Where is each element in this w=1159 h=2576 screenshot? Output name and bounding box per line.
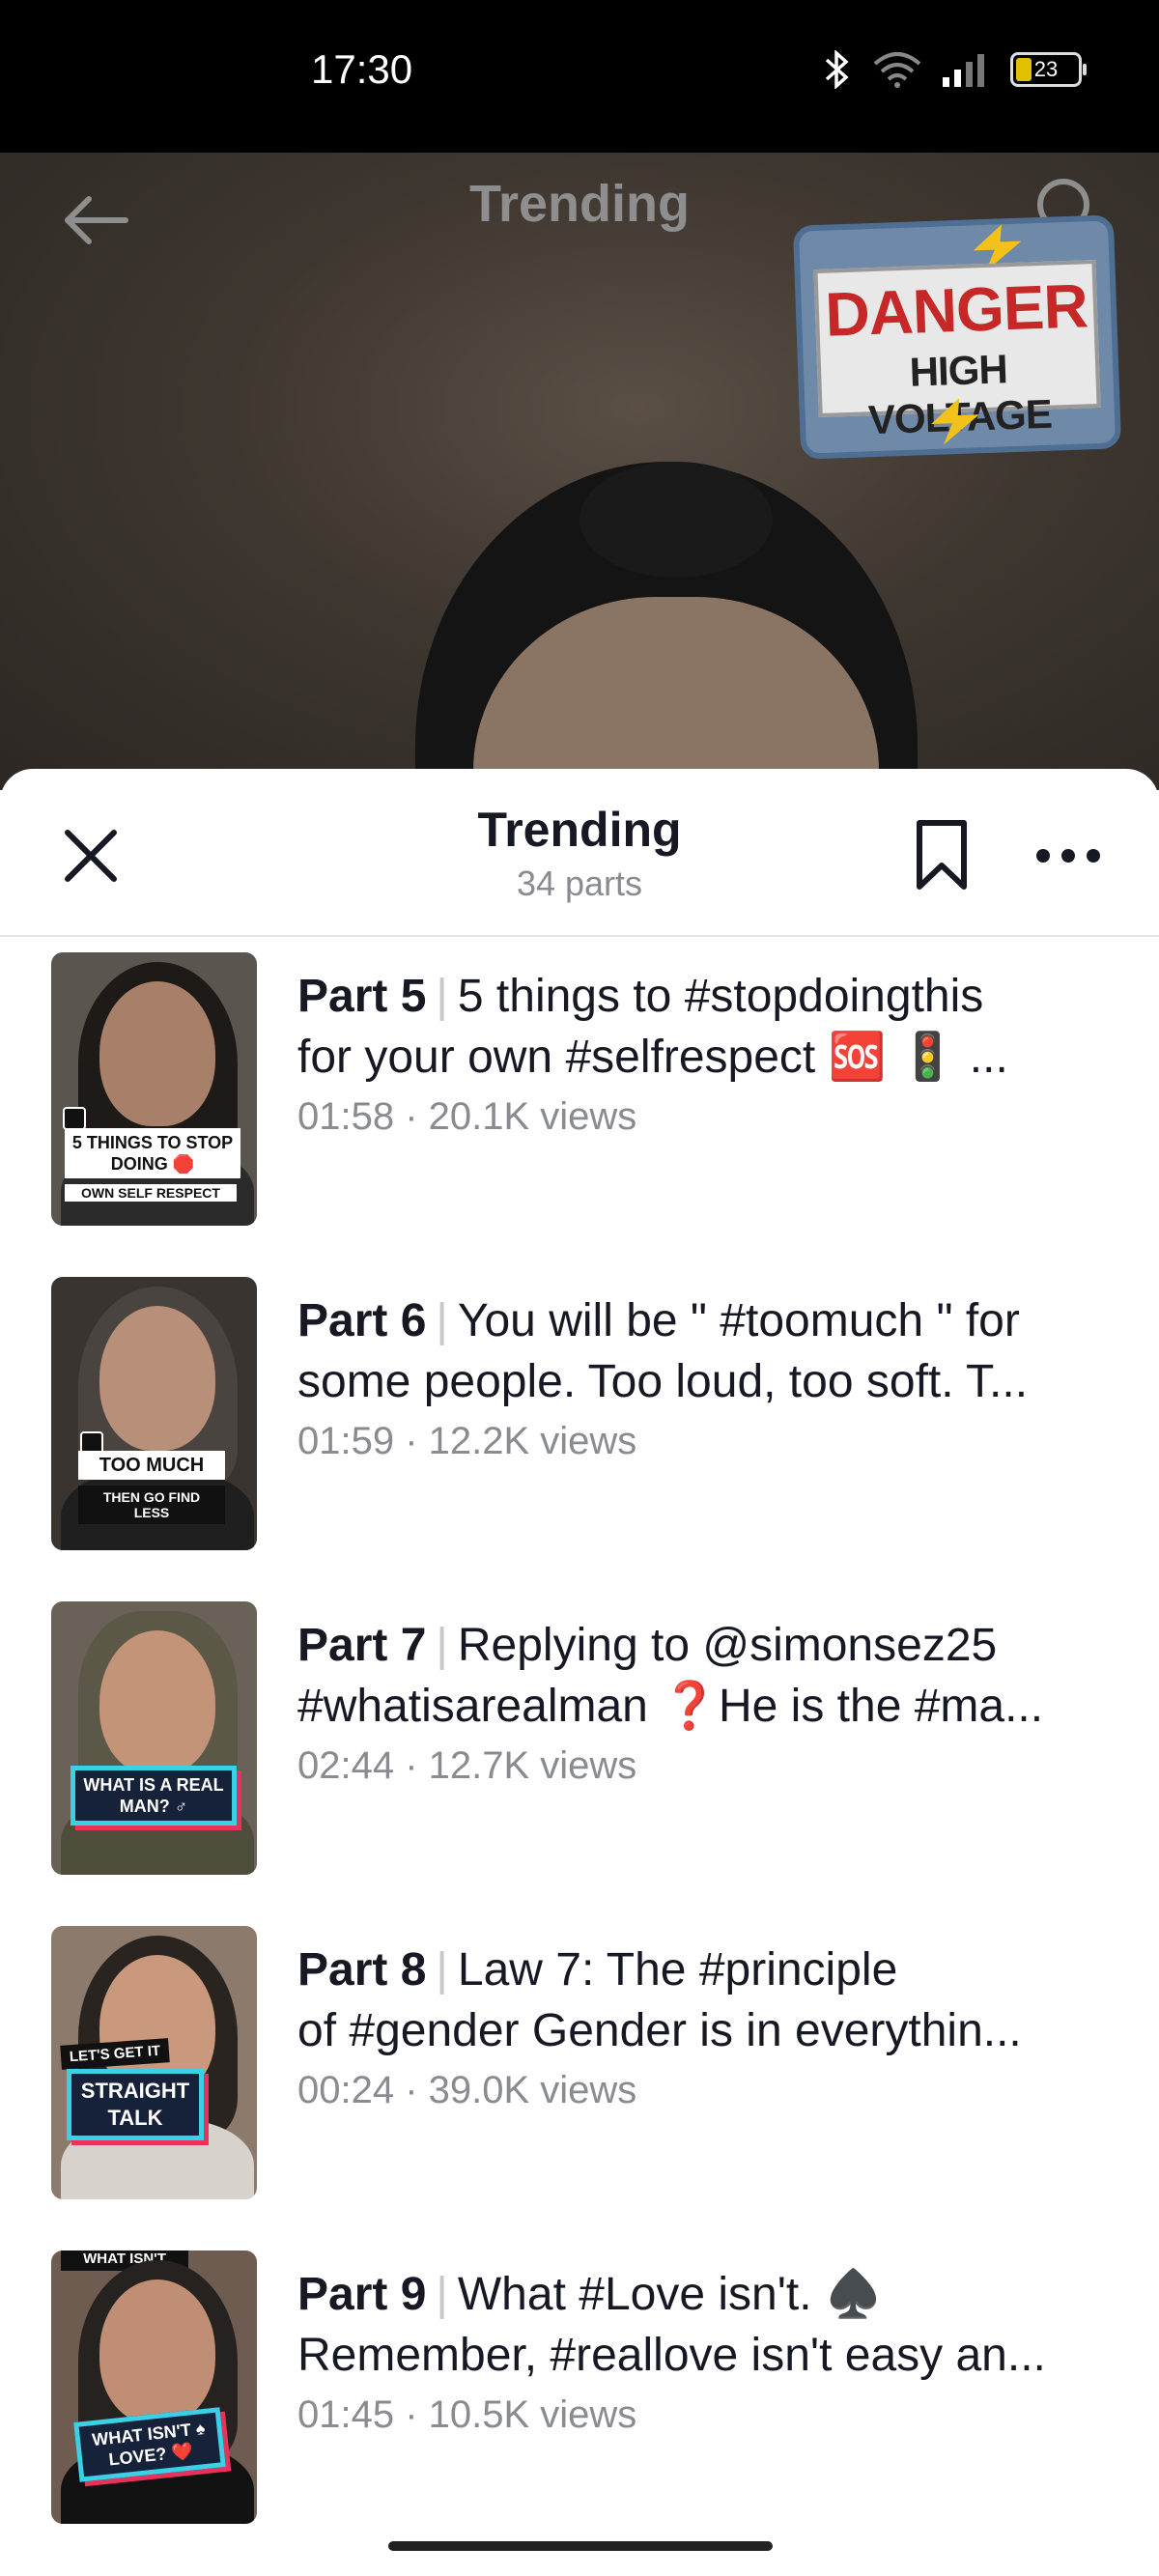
item-title: Replying to @simonsez25 — [457, 1620, 998, 1671]
sheet-subtitle: 34 parts — [516, 863, 643, 903]
thumb-face — [99, 2279, 215, 2424]
tiktok-icon — [63, 1107, 86, 1130]
part-number: Part 7 — [297, 1620, 427, 1671]
separator: | — [436, 1944, 448, 1996]
sheet-header: Trending 34 parts — [0, 769, 1159, 937]
thumb-label: TOO MUCH — [78, 1451, 225, 1480]
item-title-line: Part 8 | Law 7: The #principle — [297, 1939, 1128, 2000]
playlist-sheet: Trending 34 parts 5 THINGS TO STOP DOING… — [0, 769, 1159, 2576]
item-description: Remember, #reallove isn't easy an... — [297, 2330, 1046, 2381]
item-text: Part 8 | Law 7: The #principle of #gender … — [297, 1939, 1128, 2112]
item-title: You will be " #toomuch " for — [457, 1295, 1020, 1346]
bluetooth-icon — [825, 50, 849, 89]
signal-icon — [943, 54, 984, 87]
status-icons: 23 — [821, 50, 1087, 89]
thumb-caption: OWN SELF RESPECT — [65, 1184, 237, 1202]
thumb-caption: THEN GO FIND LESS — [78, 1486, 225, 1524]
thumb-face — [99, 981, 215, 1126]
item-description: some people. Too loud, too soft. T... — [297, 1356, 1029, 1407]
thumb-face — [99, 1306, 215, 1451]
part-number: Part 9 — [297, 2269, 427, 2320]
item-text: Part 9 | What #Love isn't. ♠️ Remember, #r… — [297, 2264, 1128, 2437]
item-text: Part 7 | Replying to @simonsez25 #whatisar… — [297, 1615, 1128, 1788]
battery-level: 23 — [1033, 57, 1059, 81]
video-thumbnail[interactable]: LET'S GET IT STRAIGHT TALK — [51, 1926, 257, 2199]
video-thumbnail[interactable]: 5 THINGS TO STOP DOING 🛑 OWN SELF RESPEC… — [51, 952, 257, 1226]
video-thumbnail[interactable]: TOO MUCH THEN GO FIND LESS — [51, 1277, 257, 1550]
separator: | — [436, 1295, 448, 1346]
item-title-line: Part 9 | What #Love isn't. ♠️ — [297, 2264, 1128, 2325]
item-title: What #Love isn't. ♠️ — [457, 2269, 883, 2320]
parts-list: 5 THINGS TO STOP DOING 🛑 OWN SELF RESPEC… — [0, 952, 1159, 2575]
item-title: Law 7: The #principle — [457, 1944, 898, 1996]
video-thumbnail[interactable]: WHAT IS A REAL MAN? ♂ — [51, 1601, 257, 1875]
list-item[interactable]: WHAT IS A REAL MAN? ♂ Part 7 | Replying to… — [0, 1601, 1159, 1926]
status-time: 17:30 — [311, 46, 413, 92]
item-meta: 01:58 · 20.1K views — [297, 1095, 637, 1138]
sticker-plate: DANGER HIGH VOLTAGE — [813, 259, 1101, 442]
item-text: Part 5 | 5 things to #stopdoingthis for yo… — [297, 966, 1128, 1139]
battery-icon: 23 — [1010, 52, 1087, 87]
home-indicator[interactable] — [388, 2541, 773, 2551]
video-background[interactable]: Trending DANGER HIGH VOLTAGE — [0, 153, 1159, 790]
part-number: Part 5 — [297, 971, 427, 1022]
thumb-label: 5 THINGS TO STOP DOING 🛑 — [65, 1128, 240, 1178]
status-bar: 17:30 23 — [0, 0, 1159, 153]
thumb-face — [99, 1630, 215, 1775]
item-meta: 01:45 · 10.5K views — [297, 2393, 637, 2436]
lightning-bolt-icon — [931, 397, 979, 445]
separator: | — [436, 1620, 448, 1671]
item-title-line: Part 7 | Replying to @simonsez25 — [297, 1615, 1128, 1676]
item-meta: 01:59 · 12.2K views — [297, 1420, 637, 1462]
list-item[interactable]: LET'S GET IT STRAIGHT TALK Part 8 | Law 7:… — [0, 1926, 1159, 2250]
separator: | — [436, 2269, 448, 2320]
item-title-line: Part 5 | 5 things to #stopdoingthis — [297, 966, 1128, 1027]
video-thumbnail[interactable]: WHAT ISN'T WHAT ISN'T ♠ LOVE? ❤️ — [51, 2250, 257, 2524]
part-number: Part 6 — [297, 1295, 427, 1346]
list-item[interactable]: TOO MUCH THEN GO FIND LESS Part 6 | You wi… — [0, 1277, 1159, 1601]
separator: | — [436, 971, 448, 1022]
item-meta: 00:24 · 39.0K views — [297, 2069, 637, 2111]
list-item[interactable]: 5 THINGS TO STOP DOING 🛑 OWN SELF RESPEC… — [0, 952, 1159, 1277]
thumb-label: STRAIGHT TALK — [67, 2069, 204, 2140]
item-description: #whatisarealman ❓He is the #ma... — [297, 1681, 1044, 1732]
bookmark-icon[interactable] — [914, 817, 970, 892]
item-title: 5 things to #stopdoingthis — [457, 971, 984, 1022]
wifi-icon — [873, 52, 921, 88]
danger-sticker: DANGER HIGH VOLTAGE — [792, 214, 1122, 460]
part-number: Part 8 — [297, 1944, 427, 1996]
item-title-line: Part 6 | You will be " #toomuch " for — [297, 1290, 1128, 1351]
item-text: Part 6 | You will be " #toomuch " for some… — [297, 1290, 1128, 1463]
thumb-label: WHAT IS A REAL MAN? ♂ — [71, 1766, 237, 1826]
item-description: of #gender Gender is in everythin... — [297, 2005, 1022, 2056]
video-subject-bun — [580, 462, 773, 578]
sheet-title: Trending — [477, 803, 682, 857]
item-description: for your own #selfrespect 🆘 🚦 ... — [297, 1032, 1008, 1083]
more-options-icon[interactable] — [1033, 836, 1103, 875]
item-meta: 02:44 · 12.7K views — [297, 1744, 637, 1787]
list-item[interactable]: WHAT ISN'T WHAT ISN'T ♠ LOVE? ❤️ Part 9 |… — [0, 2250, 1159, 2575]
sticker-danger-text: DANGER — [824, 270, 1088, 350]
